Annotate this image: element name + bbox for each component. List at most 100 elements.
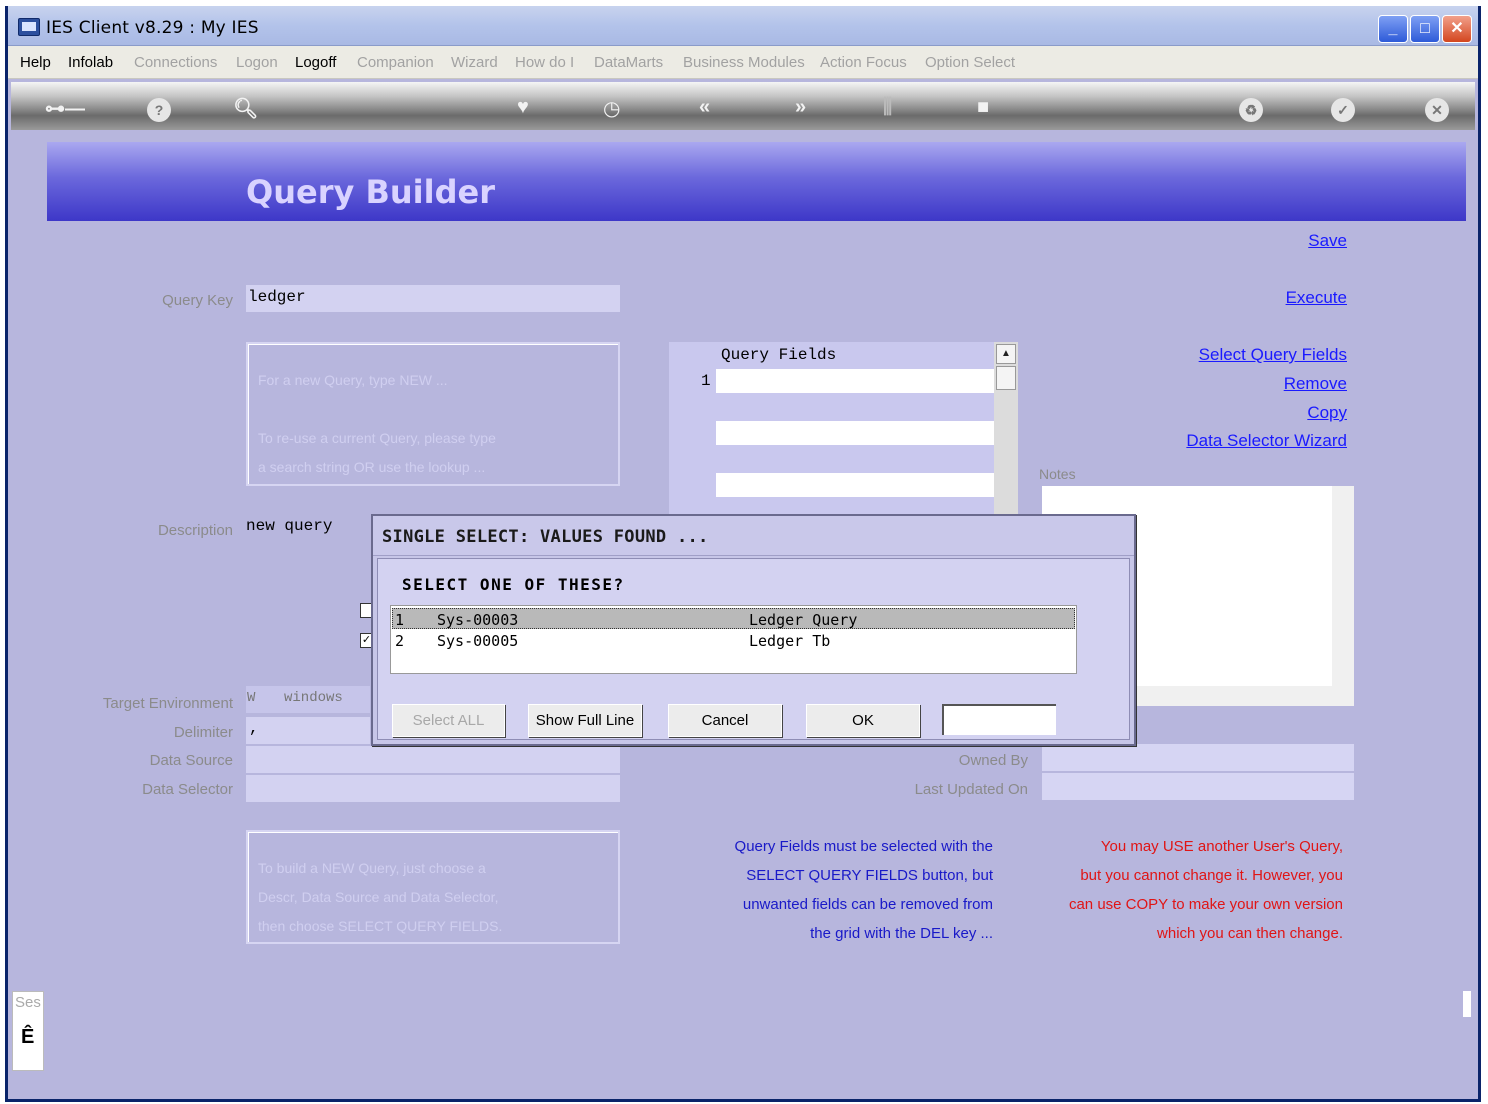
hint-line: a search string OR use the lookup ... xyxy=(258,459,486,475)
dialog-prompt: SELECT ONE OF THESE? xyxy=(402,575,625,594)
scroll-thumb[interactable] xyxy=(996,366,1016,390)
dialog-search-input[interactable] xyxy=(942,704,1056,735)
list-item[interactable]: 2 Sys-00005 Ledger Tb xyxy=(392,630,1075,651)
row-description: Ledger Tb xyxy=(749,632,831,650)
target-environment-field[interactable]: W windows xyxy=(246,686,370,713)
right-edge-panel xyxy=(1463,991,1471,1017)
query-fields-info: Query Fields must be selected with the S… xyxy=(668,832,993,948)
delimiter-label: Delimiter xyxy=(173,724,233,741)
heart-icon[interactable]: ♥ xyxy=(517,96,529,119)
search-icon[interactable]: 🔍︎ xyxy=(233,96,258,121)
warning-line: but you cannot change it. However, you xyxy=(1080,867,1343,884)
copy-warning-info: You may USE another User's Query, but yo… xyxy=(1018,832,1343,948)
dialog-title-bar: SINGLE SELECT: VALUES FOUND ... xyxy=(373,516,1134,556)
select-query-fields-link[interactable]: Select Query Fields xyxy=(1158,345,1347,365)
single-select-dialog: SINGLE SELECT: VALUES FOUND ... SELECT O… xyxy=(371,514,1136,746)
menu-wizard[interactable]: Wizard xyxy=(451,54,498,71)
help-icon[interactable]: ? xyxy=(147,98,171,122)
query-fields-grid[interactable]: Query Fields 1 ▲ xyxy=(669,342,1018,514)
forward-icon[interactable]: » xyxy=(795,96,806,119)
menu-infolab[interactable]: Infolab xyxy=(68,54,113,71)
hint-line: Descr, Data Source and Data Selector, xyxy=(258,889,499,905)
clock-icon[interactable]: ◷ xyxy=(603,96,620,121)
description-input[interactable]: new query xyxy=(246,517,332,535)
warning-line: can use COPY to make your own version xyxy=(1068,896,1343,913)
row-number: 2 xyxy=(395,632,405,650)
menu-logon[interactable]: Logon xyxy=(236,54,278,71)
maximize-button[interactable]: □ xyxy=(1410,15,1440,43)
app-window: IES Client v8.29 : My IES _ □ ✕ Help Inf… xyxy=(5,6,1481,1102)
grid-cell[interactable] xyxy=(716,421,994,445)
menu-connections[interactable]: Connections xyxy=(134,54,217,71)
columns-icon[interactable]: ⫼ xyxy=(883,96,892,119)
warning-line: which you can then change. xyxy=(1157,925,1343,942)
row-description: Ledger Query xyxy=(749,611,858,629)
last-updated-field xyxy=(1042,773,1354,800)
close-window-button[interactable]: ✕ xyxy=(1442,15,1472,43)
page-banner: Query Builder xyxy=(47,142,1466,221)
show-full-line-button[interactable]: Show Full Line xyxy=(528,704,642,737)
stop-icon[interactable]: ■ xyxy=(977,96,989,119)
menu-business-modules[interactable]: Business Modules xyxy=(683,54,805,71)
save-link[interactable]: Save xyxy=(1208,231,1347,251)
owned-by-label: Owned By xyxy=(958,752,1028,769)
data-source-label: Data Source xyxy=(149,752,233,769)
info-line: the grid with the DEL key ... xyxy=(810,925,993,942)
back-icon[interactable]: « xyxy=(699,96,710,119)
owned-by-field xyxy=(1042,744,1354,771)
delimiter-input[interactable]: , xyxy=(246,717,370,744)
warning-line: You may USE another User's Query, xyxy=(1100,838,1343,855)
menu-how-do-i[interactable]: How do I xyxy=(515,54,574,71)
grid-cell[interactable] xyxy=(716,473,994,497)
menu-help[interactable]: Help xyxy=(20,54,51,71)
cancel-button[interactable]: Cancel xyxy=(668,704,782,737)
grid-scrollbar[interactable]: ▲ xyxy=(994,342,1018,514)
key-icon[interactable]: ⊶— xyxy=(45,96,85,121)
row-code: Sys-00003 xyxy=(437,611,519,629)
ok-button[interactable]: OK xyxy=(806,704,920,737)
info-line: SELECT QUERY FIELDS button, but xyxy=(746,867,993,884)
grid-cell[interactable] xyxy=(716,369,994,393)
values-list[interactable]: 1 Sys-00003 Ledger Query 2 Sys-00005 Led… xyxy=(390,605,1077,674)
description-label: Description xyxy=(157,522,233,539)
check-icon[interactable]: ✓ xyxy=(1331,98,1355,122)
target-environment-code: W xyxy=(247,690,256,706)
target-environment-label: Target Environment xyxy=(102,695,233,712)
title-bar: IES Client v8.29 : My IES _ □ ✕ xyxy=(8,6,1478,46)
menu-companion[interactable]: Companion xyxy=(357,54,434,71)
data-selector-input[interactable] xyxy=(246,775,620,802)
query-key-label: Query Key xyxy=(162,292,233,309)
menu-action-focus[interactable]: Action Focus xyxy=(820,54,907,71)
target-environment-value: windows xyxy=(284,690,343,706)
info-line: Query Fields must be selected with the xyxy=(734,838,993,855)
list-item[interactable]: 1 Sys-00003 Ledger Query xyxy=(392,608,1075,629)
execute-link[interactable]: Execute xyxy=(1208,288,1347,308)
dialog-body: SELECT ONE OF THESE? 1 Sys-00003 Ledger … xyxy=(377,558,1130,740)
menu-datamarts[interactable]: DataMarts xyxy=(594,54,663,71)
remove-link[interactable]: Remove xyxy=(1208,374,1347,394)
hint-line: For a new Query, type NEW ... xyxy=(258,372,448,388)
toolbar: ⊶— ? 🔍︎ ♥ ◷ « » ⫼ ■ ♻ ✓ ✕ xyxy=(11,82,1475,130)
menu-bar: Help Infolab Connections Logon Logoff Co… xyxy=(8,46,1478,79)
grid-header: Query Fields xyxy=(721,346,837,364)
minimize-button[interactable]: _ xyxy=(1378,15,1408,43)
app-icon xyxy=(18,18,40,36)
info-line: unwanted fields can be removed from xyxy=(742,896,993,913)
data-selector-label: Data Selector xyxy=(142,781,233,798)
data-selector-wizard-link[interactable]: Data Selector Wizard xyxy=(1128,431,1347,451)
row-code: Sys-00005 xyxy=(437,632,519,650)
query-key-input[interactable]: ledger xyxy=(246,285,620,312)
select-all-button[interactable]: Select ALL xyxy=(392,704,505,737)
close-icon[interactable]: ✕ xyxy=(1425,98,1449,122)
copy-link[interactable]: Copy xyxy=(1208,403,1347,423)
hint-line: To re-use a current Query, please type xyxy=(258,430,496,446)
notes-scrollbar[interactable] xyxy=(1332,486,1354,686)
scroll-up-icon[interactable]: ▲ xyxy=(996,344,1016,364)
recycle-icon[interactable]: ♻ xyxy=(1239,98,1263,122)
menu-option-select[interactable]: Option Select xyxy=(925,54,1015,71)
session-panel: Ses Ê xyxy=(12,991,44,1071)
session-glyph: Ê xyxy=(21,1026,35,1048)
notes-label: Notes xyxy=(1039,466,1076,482)
data-source-input[interactable] xyxy=(246,746,620,773)
menu-logoff[interactable]: Logoff xyxy=(295,54,336,71)
